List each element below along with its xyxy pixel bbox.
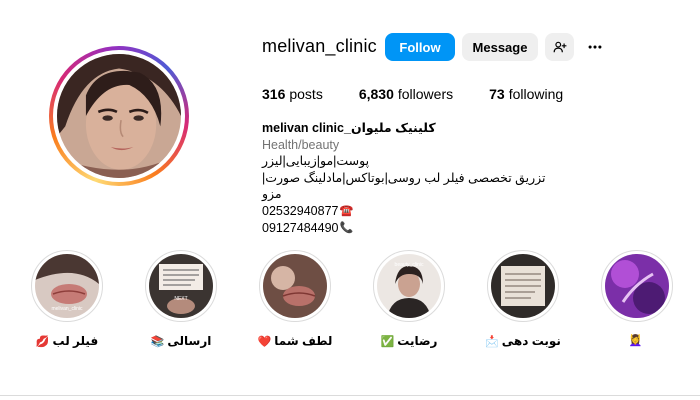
highlight-cover-image xyxy=(491,254,555,318)
followers-label: followers xyxy=(397,86,454,102)
bio-phone-landline-number: 02532940877 xyxy=(262,203,339,218)
envelope-emoji-icon: 📩 xyxy=(485,335,499,348)
highlight-cover xyxy=(487,250,559,322)
story-highlights: melivan_clinic 💋 فیلر لب NEXT 📚 ارسالی ❤… xyxy=(0,250,700,360)
highlight-item[interactable]: ❤️ لطف شما xyxy=(250,250,340,348)
bio-line-treatments: تزریق تخصصی فیلر لب روسی|بوتاکس|مادلینگ … xyxy=(262,170,546,202)
highlight-label-text: فیلر لب xyxy=(52,334,99,348)
profile-stats: 316 posts 6,830 followers 73 following xyxy=(262,86,599,102)
highlight-label-text: رضایت xyxy=(397,334,438,348)
highlight-label: ❤️ لطف شما xyxy=(250,334,340,348)
highlight-cover: beauty_clinic xyxy=(373,250,445,322)
highlight-cover xyxy=(601,250,673,322)
person-add-icon xyxy=(553,41,566,53)
bio-line-services: پوست|مو|زیبایی|لیزر xyxy=(262,154,370,169)
highlight-image-text: NEXT xyxy=(174,296,187,302)
more-dots-icon xyxy=(588,45,602,49)
avatar-photo xyxy=(57,54,181,178)
highlight-label-text: لطف شما xyxy=(274,334,333,348)
bio-phone-landline: 02532940877 ☎️ xyxy=(262,203,562,220)
phone-receiver-icon: 📞 xyxy=(339,221,354,234)
following-label: following xyxy=(508,86,564,102)
highlight-image-text: melivan_clinic xyxy=(51,306,83,312)
bio-display-name: melivan clinic_کلینیک ملیوان xyxy=(262,121,436,135)
profile-avatar[interactable] xyxy=(49,46,189,186)
face-massage-emoji-icon: 💆‍♀️ xyxy=(628,335,643,347)
books-emoji-icon: 📚 xyxy=(150,335,165,348)
highlight-item[interactable]: melivan_clinic 💋 فیلر لب xyxy=(22,250,112,348)
highlight-item[interactable]: 📩 نوبت دهی xyxy=(478,250,568,348)
highlight-image-text: beauty_clinic xyxy=(395,262,424,268)
heart-emoji-icon: ❤️ xyxy=(257,335,272,348)
highlight-label: ✅ رضایت xyxy=(364,334,454,348)
followers-count[interactable]: 6,830 followers xyxy=(359,86,453,102)
following-count[interactable]: 73 following xyxy=(489,86,563,102)
highlight-label: 📩 نوبت دهی xyxy=(478,334,568,348)
bio-phone-mobile: 09127484490 📞 xyxy=(262,220,562,237)
bio-phone-mobile-number: 09127484490 xyxy=(262,220,339,235)
lips-emoji-icon: 💋 xyxy=(35,335,50,348)
profile-username: melivan_clinic xyxy=(262,36,377,56)
highlight-cover-image xyxy=(263,254,327,318)
highlight-cover-image: beauty_clinic xyxy=(377,254,441,318)
highlight-cover-image: melivan_clinic xyxy=(35,254,99,318)
check-mark-emoji-icon: ✅ xyxy=(380,335,395,348)
highlight-label-text: ارسالی xyxy=(167,334,212,348)
highlight-cover: melivan_clinic xyxy=(31,250,103,322)
followers-number: 6,830 xyxy=(358,86,394,102)
avatar-portrait-image xyxy=(57,54,181,178)
highlight-label: 💆‍♀️ xyxy=(592,334,682,347)
posts-count: 316 posts xyxy=(262,86,323,102)
profile-bio: melivan clinic_کلینیک ملیوان Health/beau… xyxy=(262,120,562,236)
message-button[interactable]: Message xyxy=(462,33,538,61)
posts-label: posts xyxy=(289,86,323,102)
highlight-label: 💋 فیلر لب xyxy=(22,334,112,348)
highlight-cover-image xyxy=(605,254,669,318)
more-options-button[interactable] xyxy=(582,33,608,61)
follow-button[interactable]: Follow xyxy=(385,33,455,61)
avatar-inner xyxy=(53,50,185,182)
bio-category: Health/beauty xyxy=(262,137,340,152)
suggest-accounts-button[interactable] xyxy=(545,33,574,61)
telephone-icon: ☎️ xyxy=(339,204,354,217)
highlight-cover xyxy=(259,250,331,322)
highlight-label-text: نوبت دهی xyxy=(501,334,561,348)
highlight-label: 📚 ارسالی xyxy=(136,334,226,348)
section-divider xyxy=(0,395,700,396)
highlight-cover-image: NEXT xyxy=(149,254,213,318)
highlight-item[interactable]: NEXT 📚 ارسالی xyxy=(136,250,226,348)
highlight-cover: NEXT xyxy=(145,250,217,322)
highlight-item[interactable]: beauty_clinic ✅ رضایت xyxy=(364,250,454,348)
highlight-item[interactable]: 💆‍♀️ xyxy=(592,250,682,347)
posts-number: 316 xyxy=(262,86,286,102)
following-number: 73 xyxy=(489,86,505,102)
